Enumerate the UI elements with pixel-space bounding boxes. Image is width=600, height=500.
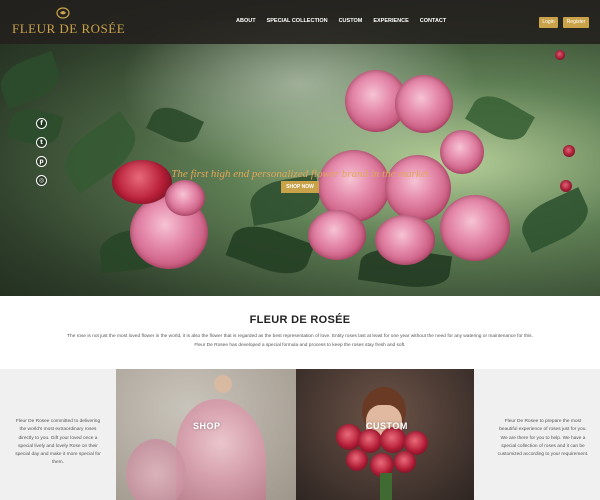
rose-decoration (563, 145, 575, 157)
pinterest-icon[interactable]: p (36, 156, 47, 167)
facebook-icon[interactable]: f (36, 118, 47, 129)
nav-about[interactable]: ABOUT (236, 18, 256, 24)
rose-decoration (112, 160, 172, 204)
left-info-text: Fleur De Rosee committed to delivering t… (15, 419, 101, 466)
twitter-icon[interactable]: t (36, 137, 47, 148)
rose-decoration (385, 155, 451, 221)
dress-decoration (126, 439, 186, 500)
rose-decoration (308, 210, 366, 260)
register-button[interactable]: Register (563, 17, 589, 28)
about-text-line: The rose is not just the most loved flow… (67, 334, 533, 339)
rose-decoration (440, 130, 484, 174)
nav-experience[interactable]: EXPERIENCE (373, 18, 408, 24)
about-text-line: Fleur De Rosee has developed a special f… (194, 342, 406, 348)
rose-decoration (560, 180, 572, 192)
nav-special-collection[interactable]: SPECIAL COLLECTION (267, 18, 328, 24)
rose-decoration (555, 50, 565, 60)
top-navbar: FLEUR DE ROSÉE ABOUT SPECIAL COLLECTION … (0, 0, 600, 44)
nav-custom[interactable]: CUSTOM (339, 18, 363, 24)
rose-decoration (375, 215, 435, 265)
login-button[interactable]: Login (539, 17, 558, 28)
leaf-decoration (0, 50, 66, 110)
nav-contact[interactable]: CONTACT (420, 18, 446, 24)
nav-menu: ABOUT SPECIAL COLLECTION CUSTOM EXPERIEN… (236, 18, 457, 24)
rose-decoration (346, 449, 368, 471)
rose-decoration (165, 180, 205, 216)
brand-name: FLEUR DE ROSÉE (12, 21, 126, 36)
rose-icon (56, 7, 70, 19)
brand-logo[interactable]: FLEUR DE ROSÉE (12, 7, 125, 39)
about-title: FLEUR DE ROSÉE (249, 314, 351, 326)
leaf-decoration (225, 217, 315, 283)
rose-decoration (394, 451, 416, 473)
model-figure (214, 375, 232, 393)
custom-label[interactable]: CUSTOM (366, 421, 408, 431)
instagram-icon[interactable]: ◎ (36, 175, 47, 186)
rose-decoration (440, 195, 510, 261)
social-links: f t p ◎ (36, 118, 50, 194)
shop-now-button[interactable]: SHOP NOW (281, 181, 319, 193)
right-info-text: Fleur De Rosee to prepare the most beaut… (497, 419, 589, 458)
leaf-decoration (6, 104, 64, 150)
leaf-decoration (514, 187, 596, 253)
stem-decoration (380, 473, 392, 500)
about-text: The rose is not just the most loved flow… (50, 333, 550, 350)
dress-decoration (176, 399, 266, 500)
rose-decoration (395, 75, 453, 133)
shop-panel[interactable] (116, 369, 296, 500)
hero-banner: f t p ◎ The first high end personalized … (0, 0, 600, 296)
hero-tagline: The first high end personalized flower b… (171, 168, 429, 180)
shop-label[interactable]: SHOP (193, 421, 221, 431)
custom-panel[interactable] (296, 369, 474, 500)
